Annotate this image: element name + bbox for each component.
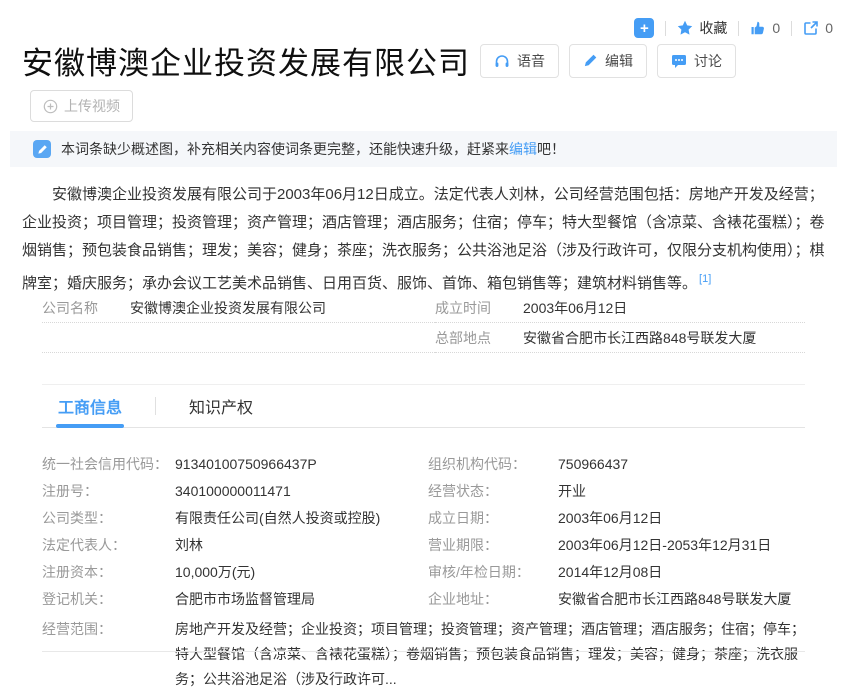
field-value: 10,000万(元) — [175, 562, 255, 582]
share-count: 0 — [825, 20, 833, 36]
favorite-button[interactable]: 收藏 — [677, 18, 727, 38]
field-label: 经营范围： — [42, 617, 175, 692]
field-value: 750966437 — [558, 456, 628, 472]
field-label: 法定代表人： — [42, 535, 175, 555]
business-info-table: 统一社会信用代码：91340100750966437P 注册号：34010000… — [42, 450, 805, 692]
field-value: 安徽省合肥市长江西路848号联发大厦 — [523, 328, 756, 348]
field-label: 公司类型： — [42, 508, 175, 528]
favorite-label: 收藏 — [699, 18, 727, 38]
edit-pencil-icon — [33, 140, 51, 158]
field-label: 公司名称 — [42, 298, 130, 318]
field-value: 91340100750966437P — [175, 456, 317, 472]
bottom-divider — [42, 651, 805, 652]
tab-intellectual-property[interactable]: 知识产权 — [173, 385, 269, 427]
field-value: 2003年06月12日-2053年12月31日 — [558, 535, 771, 555]
divider — [791, 21, 792, 36]
table-row: 审核/年检日期：2014年12月08日 — [428, 558, 805, 585]
thumbs-up-icon — [750, 20, 766, 36]
field-label: 总部地点 — [435, 328, 523, 348]
divider — [665, 21, 666, 36]
tab-business-info[interactable]: 工商信息 — [42, 385, 138, 427]
like-button[interactable]: 0 — [750, 20, 780, 36]
edit-button[interactable]: 编辑 — [569, 44, 647, 78]
field-value: 开业 — [558, 481, 586, 501]
table-row: 成立日期：2003年06月12日 — [428, 504, 805, 531]
table-row: 经营状态：开业 — [428, 477, 805, 504]
field-value: 安徽省合肥市长江西路848号联发大厦 — [558, 589, 791, 609]
basic-info-item-company-name: 公司名称 安徽博澳企业投资发展有限公司 — [42, 293, 435, 323]
field-label: 成立日期： — [428, 508, 558, 528]
baike-entry-page: + 收藏 0 0 安徽博澳企业投资发展有限公司 语音 编辑 讨论 — [0, 0, 847, 658]
field-label: 组织机构代码： — [428, 454, 558, 474]
like-count: 0 — [772, 20, 780, 36]
headphones-icon — [494, 53, 510, 69]
page-title: 安徽博澳企业投资发展有限公司 — [22, 38, 470, 83]
table-row: 组织机构代码：750966437 — [428, 450, 805, 477]
basic-info-item-founded: 成立时间 2003年06月12日 — [435, 293, 805, 323]
field-value: 2003年06月12日 — [558, 508, 662, 528]
field-value: 340100000011471 — [175, 483, 291, 499]
notice-text: 本词条缺少概述图，补充相关内容使词条更完整，还能快速升级，赶紧来编辑吧！ — [61, 139, 565, 159]
top-action-bar: + 收藏 0 0 — [634, 18, 833, 38]
add-to-icon[interactable]: + — [634, 18, 654, 38]
field-value: 刘林 — [175, 535, 203, 555]
chat-icon — [671, 53, 687, 69]
field-value: 2014年12月08日 — [558, 562, 662, 582]
basic-info-item-empty — [42, 323, 435, 353]
field-label: 营业期限： — [428, 535, 558, 555]
business-info-left-column: 统一社会信用代码：91340100750966437P 注册号：34010000… — [42, 450, 428, 612]
divider — [738, 21, 739, 36]
tab-divider — [155, 397, 156, 415]
table-row: 登记机关：合肥市市场监督管理局 — [42, 585, 428, 612]
upload-video-button[interactable]: 上传视频 — [30, 90, 133, 122]
business-info-right-column: 组织机构代码：750966437 经营状态：开业 成立日期：2003年06月12… — [428, 450, 805, 612]
field-label: 登记机关： — [42, 589, 175, 609]
pencil-icon — [583, 53, 598, 68]
field-label: 注册资本： — [42, 562, 175, 582]
star-icon — [677, 20, 693, 36]
field-label: 统一社会信用代码： — [42, 454, 175, 474]
notice-edit-link[interactable]: 编辑 — [509, 141, 537, 157]
section-tabbar: 工商信息 知识产权 — [42, 384, 805, 428]
field-label: 经营状态： — [428, 481, 558, 501]
field-value: 安徽博澳企业投资发展有限公司 — [130, 298, 326, 318]
field-value: 有限责任公司(自然人投资或控股) — [175, 508, 380, 528]
basic-info-box: 公司名称 安徽博澳企业投资发展有限公司 成立时间 2003年06月12日 总部地… — [42, 293, 805, 353]
field-value: 合肥市市场监督管理局 — [175, 589, 315, 609]
edit-label: 编辑 — [605, 51, 633, 71]
share-icon — [803, 20, 819, 36]
reference-link[interactable]: [1] — [699, 273, 711, 285]
notice-bar: 本词条缺少概述图，补充相关内容使词条更完整，还能快速升级，赶紧来编辑吧！ — [10, 131, 837, 167]
field-label: 企业地址： — [428, 589, 558, 609]
voice-label: 语音 — [517, 51, 545, 71]
field-label: 成立时间 — [435, 298, 523, 318]
basic-info-item-headquarters: 总部地点 安徽省合肥市长江西路848号联发大厦 — [435, 323, 805, 353]
discuss-label: 讨论 — [694, 51, 722, 71]
table-row-business-scope: 经营范围： 房地产开发及经营；企业投资；项目管理；投资管理；资产管理；酒店管理；… — [42, 617, 805, 692]
field-value: 房地产开发及经营；企业投资；项目管理；投资管理；资产管理；酒店管理；酒店服务；住… — [175, 617, 805, 692]
table-row: 法定代表人：刘林 — [42, 531, 428, 558]
table-row: 注册号：340100000011471 — [42, 477, 428, 504]
table-row: 企业地址：安徽省合肥市长江西路848号联发大厦 — [428, 585, 805, 612]
discuss-button[interactable]: 讨论 — [657, 44, 736, 78]
table-row: 统一社会信用代码：91340100750966437P — [42, 450, 428, 477]
entry-summary: 安徽博澳企业投资发展有限公司于2003年06月12日成立。法定代表人刘林，公司经… — [22, 181, 830, 298]
field-value: 2003年06月12日 — [523, 298, 627, 318]
table-row: 注册资本：10,000万(元) — [42, 558, 428, 585]
share-button[interactable]: 0 — [803, 20, 833, 36]
table-row: 营业期限：2003年06月12日-2053年12月31日 — [428, 531, 805, 558]
table-row: 公司类型：有限责任公司(自然人投资或控股) — [42, 504, 428, 531]
field-label: 审核/年检日期： — [428, 562, 558, 582]
voice-button[interactable]: 语音 — [480, 44, 559, 78]
upload-video-label: 上传视频 — [64, 96, 120, 116]
field-label: 注册号： — [42, 481, 175, 501]
circle-plus-icon — [43, 99, 58, 114]
title-row: 安徽博澳企业投资发展有限公司 语音 编辑 讨论 — [22, 38, 736, 83]
